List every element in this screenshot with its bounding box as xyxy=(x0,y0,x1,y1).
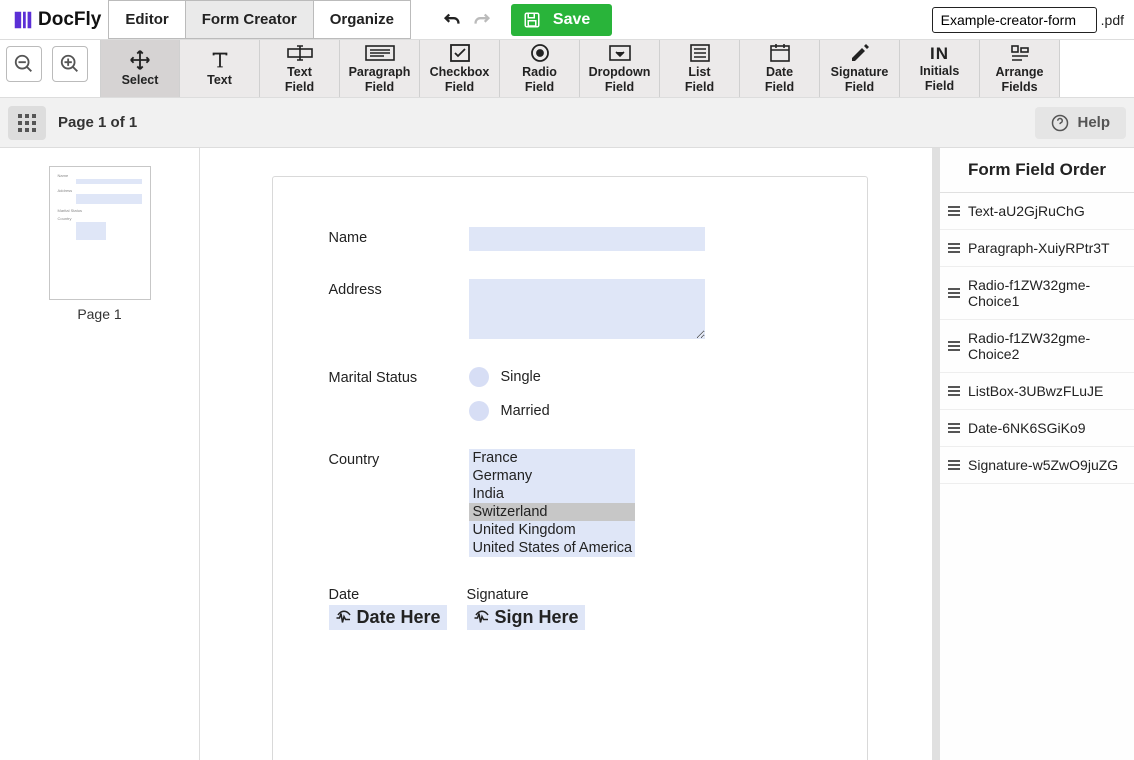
country-option[interactable]: United Kingdom xyxy=(469,521,580,539)
signature-field[interactable]: Sign Here xyxy=(467,605,585,630)
field-order-item[interactable]: ListBox-3UBwzFLuJE xyxy=(940,373,1134,410)
tool-signature-field[interactable]: Signature Field xyxy=(820,40,900,97)
page-indicator: Page 1 of 1 xyxy=(58,114,137,131)
zoom-in-icon xyxy=(59,53,81,75)
marital-status-label: Marital Status xyxy=(329,367,469,421)
pointer-icon xyxy=(335,609,353,627)
form-page: Name Address Marital Status Single Marri… xyxy=(272,176,868,760)
save-icon xyxy=(523,11,541,29)
mode-editor[interactable]: Editor xyxy=(108,0,185,39)
paragraph-field-icon xyxy=(365,43,395,63)
name-label: Name xyxy=(329,227,469,251)
brand-logo: DocFly xyxy=(4,9,109,31)
drag-handle-icon xyxy=(948,287,960,299)
tool-text-field[interactable]: Text Field xyxy=(260,40,340,97)
radio-single-label: Single xyxy=(501,369,541,385)
drag-handle-icon xyxy=(948,205,960,217)
move-icon xyxy=(129,49,151,71)
tool-radio-field[interactable]: Radio Field xyxy=(500,40,580,97)
signature-label: Signature xyxy=(467,587,585,603)
date-field-icon xyxy=(769,43,791,63)
filename-ext: .pdf xyxy=(1101,12,1124,28)
field-order-item[interactable]: Text-aU2GjRuChG xyxy=(940,193,1134,230)
field-order-item[interactable]: Radio-f1ZW32gme-Choice2 xyxy=(940,320,1134,373)
date-label: Date xyxy=(329,587,447,603)
mode-form-creator[interactable]: Form Creator xyxy=(185,0,314,39)
page-thumbnail-label-1: Page 1 xyxy=(77,306,121,322)
tool-select[interactable]: Select xyxy=(100,40,180,97)
tool-dropdown-field[interactable]: Dropdown Field xyxy=(580,40,660,97)
country-option[interactable]: Switzerland xyxy=(469,503,635,521)
tool-arrange-fields[interactable]: Arrange Fields xyxy=(980,40,1060,97)
radio-field-icon xyxy=(530,43,550,63)
pointer-icon xyxy=(473,609,491,627)
field-order-item[interactable]: Date-6NK6SGiKo9 xyxy=(940,410,1134,447)
text-icon xyxy=(209,49,231,71)
field-order-item[interactable]: Radio-f1ZW32gme-Choice1 xyxy=(940,267,1134,320)
grid-icon xyxy=(18,114,36,132)
drag-handle-icon xyxy=(948,340,960,352)
name-field[interactable] xyxy=(469,227,705,251)
redo-icon[interactable] xyxy=(471,9,493,31)
drag-handle-icon xyxy=(948,422,960,434)
country-option[interactable]: Germany xyxy=(469,467,635,485)
list-field-icon xyxy=(689,43,711,63)
country-option[interactable]: India xyxy=(469,485,635,503)
radio-married-label: Married xyxy=(501,403,550,419)
page-thumbnail-1[interactable]: Name Address Marital Status Country xyxy=(49,166,151,300)
radio-single[interactable] xyxy=(469,367,489,387)
text-field-icon xyxy=(287,43,313,63)
field-order-item[interactable]: Signature-w5ZwO9juZG xyxy=(940,447,1134,484)
tool-list-field[interactable]: List Field xyxy=(660,40,740,97)
arrange-icon xyxy=(1009,43,1031,63)
help-label: Help xyxy=(1077,114,1110,131)
save-button-label: Save xyxy=(553,11,590,29)
form-field-order-title: Form Field Order xyxy=(940,148,1134,193)
filename-input[interactable] xyxy=(932,7,1097,33)
tool-initials-field[interactable]: IN Initials Field xyxy=(900,40,980,97)
tool-checkbox-field[interactable]: Checkbox Field xyxy=(420,40,500,97)
zoom-out-icon xyxy=(13,53,35,75)
tool-date-field[interactable]: Date Field xyxy=(740,40,820,97)
country-listbox[interactable]: FranceGermanyIndiaSwitzerlandUnited King… xyxy=(469,449,635,557)
save-button[interactable]: Save xyxy=(511,4,612,36)
drag-handle-icon xyxy=(948,385,960,397)
help-icon xyxy=(1051,114,1069,132)
help-button[interactable]: Help xyxy=(1035,107,1126,139)
docfly-logo-icon xyxy=(12,9,34,31)
undo-icon[interactable] xyxy=(441,9,463,31)
address-field[interactable] xyxy=(469,279,705,339)
initials-icon: IN xyxy=(930,44,949,64)
tool-paragraph-field[interactable]: Paragraph Field xyxy=(340,40,420,97)
signature-field-icon xyxy=(849,43,871,63)
field-order-item[interactable]: Paragraph-XuiyRPtr3T xyxy=(940,230,1134,267)
country-label: Country xyxy=(329,449,469,557)
zoom-out-button[interactable] xyxy=(6,46,42,82)
country-option[interactable]: United States of America xyxy=(469,539,637,557)
country-option[interactable]: France xyxy=(469,449,635,467)
tool-text[interactable]: Text xyxy=(180,40,260,97)
checkbox-field-icon xyxy=(449,43,471,63)
mode-organize[interactable]: Organize xyxy=(313,0,411,39)
date-field[interactable]: Date Here xyxy=(329,605,447,630)
dropdown-field-icon xyxy=(608,43,632,63)
address-label: Address xyxy=(329,279,469,339)
radio-married[interactable] xyxy=(469,401,489,421)
grid-view-button[interactable] xyxy=(8,106,46,140)
zoom-in-button[interactable] xyxy=(52,46,88,82)
brand-text: DocFly xyxy=(38,9,101,31)
drag-handle-icon xyxy=(948,459,960,471)
drag-handle-icon xyxy=(948,242,960,254)
